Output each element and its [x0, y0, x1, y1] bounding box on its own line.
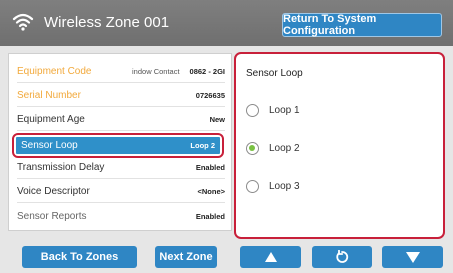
wifi-icon: [12, 13, 34, 31]
refresh-button[interactable]: [312, 246, 372, 268]
transmission-delay-value: Enabled: [195, 163, 225, 172]
serial-number-row[interactable]: Serial Number 0726635: [17, 85, 225, 107]
voice-descriptor-row[interactable]: Voice Descriptor <None>: [17, 181, 225, 203]
scroll-up-button[interactable]: [240, 246, 301, 268]
voice-descriptor-value: <None>: [197, 187, 225, 196]
sensor-loop-value: Loop 2: [190, 141, 215, 150]
return-to-system-configuration-button[interactable]: Return To System Configuration: [282, 13, 442, 37]
transmission-delay-label: Transmission Delay: [17, 162, 105, 173]
loop-1-label: Loop 1: [269, 104, 300, 116]
loop-3-option[interactable]: Loop 3: [246, 178, 300, 194]
equipment-code-value: 0862 - 2GI: [189, 67, 225, 76]
transmission-delay-row[interactable]: Transmission Delay Enabled: [17, 157, 225, 179]
loop-2-radio[interactable]: [246, 141, 259, 155]
sensor-loop-label: Sensor Loop: [21, 140, 78, 151]
equipment-code-row[interactable]: Equipment Code indow Contact 0862 - 2GI: [17, 61, 225, 83]
page-title: Wireless Zone 001: [44, 14, 170, 31]
next-zone-button[interactable]: Next Zone: [155, 246, 217, 268]
equipment-code-label: Equipment Code: [17, 66, 92, 77]
loop-1-option[interactable]: Loop 1: [246, 102, 300, 118]
serial-number-label: Serial Number: [17, 90, 81, 101]
refresh-icon: [336, 250, 349, 263]
serial-number-value: 0726635: [195, 91, 225, 100]
sensor-reports-value: Enabled: [195, 211, 225, 221]
equipment-age-value: New: [209, 115, 225, 124]
arrow-down-icon: [405, 251, 420, 263]
scroll-down-button[interactable]: [382, 246, 443, 268]
loop-3-radio[interactable]: [246, 179, 259, 193]
equipment-age-label: Equipment Age: [17, 114, 85, 125]
voice-descriptor-label: Voice Descriptor: [17, 186, 90, 197]
loop-2-label: Loop 2: [269, 142, 300, 154]
equipment-age-row[interactable]: Equipment Age New: [17, 109, 225, 131]
sensor-loop-row[interactable]: Sensor Loop Loop 2: [12, 133, 224, 158]
sensor-loop-row-highlight: Sensor Loop Loop 2: [16, 137, 220, 154]
loop-1-radio[interactable]: [246, 103, 259, 117]
loop-3-label: Loop 3: [269, 180, 300, 192]
sensor-loop-panel: Sensor Loop Loop 1 Loop 2 Loop 3: [234, 52, 445, 239]
sensor-loop-panel-title: Sensor Loop: [246, 68, 303, 79]
sensor-reports-row[interactable]: Sensor Reports Enabled: [17, 205, 225, 227]
loop-2-option[interactable]: Loop 2: [246, 140, 300, 156]
equipment-code-description: indow Contact: [132, 67, 180, 76]
sensor-reports-label: Sensor Reports: [17, 210, 87, 222]
top-bar: Wireless Zone 001 Return To System Confi…: [0, 0, 453, 46]
back-to-zones-button[interactable]: Back To Zones: [22, 246, 137, 268]
arrow-up-icon: [264, 252, 277, 262]
